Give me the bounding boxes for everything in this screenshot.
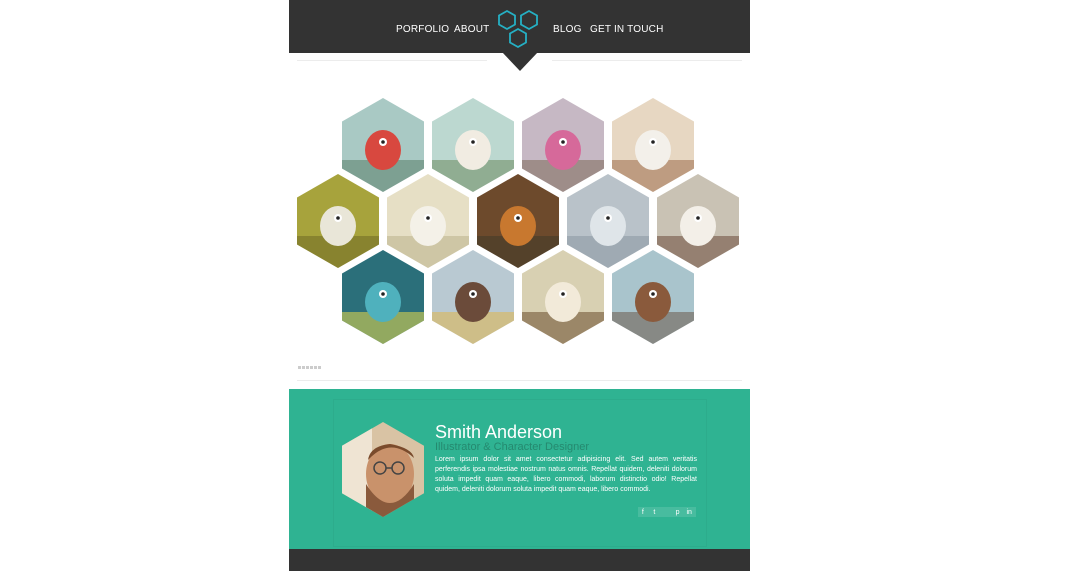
gallery-thumbnail[interactable]: [612, 98, 694, 192]
twitter-icon[interactable]: t: [650, 507, 660, 517]
social-links: f t p in: [638, 507, 696, 517]
profile-bio: Lorem ipsum dolor sit amet consectetur a…: [435, 456, 697, 493]
nav-about[interactable]: ABOUT: [454, 24, 489, 35]
divider-right: [552, 60, 742, 61]
gallery-thumbnail[interactable]: [432, 250, 514, 344]
gallery-thumbnail[interactable]: [297, 174, 379, 268]
gallery-thumbnail[interactable]: [567, 174, 649, 268]
nav-blog[interactable]: BLOG: [553, 24, 582, 35]
blank-icon[interactable]: [661, 507, 671, 517]
divider-bottom: [297, 380, 742, 381]
profile-role: Illustrator & Character Designer: [435, 441, 590, 453]
gallery-pager[interactable]: [298, 366, 322, 369]
nav-get-in-touch[interactable]: GET IN TOUCH: [590, 24, 664, 35]
gallery-thumbnail[interactable]: [522, 98, 604, 192]
pinterest-icon[interactable]: p: [673, 507, 683, 517]
hexagon-cluster-logo-icon[interactable]: [497, 9, 541, 53]
divider-left: [297, 60, 487, 61]
profile-name: Smith Anderson: [435, 422, 563, 442]
facebook-icon[interactable]: f: [638, 507, 648, 517]
gallery-thumbnail[interactable]: [657, 174, 739, 268]
gallery-thumbnail[interactable]: [432, 98, 514, 192]
header-pointer: [502, 52, 538, 71]
gallery-thumbnail[interactable]: [342, 250, 424, 344]
site-footer: [289, 549, 750, 571]
gallery-thumbnail[interactable]: [387, 174, 469, 268]
nav-portfolio[interactable]: PORFOLIO: [396, 24, 449, 35]
gallery-thumbnail[interactable]: [477, 174, 559, 268]
gallery-thumbnail[interactable]: [612, 250, 694, 344]
gallery-thumbnail[interactable]: [522, 250, 604, 344]
hex-gallery: [289, 90, 750, 350]
gallery-thumbnail[interactable]: [342, 98, 424, 192]
linkedin-icon[interactable]: in: [684, 507, 694, 517]
site-header: PORFOLIO ABOUT BLOG GET IN TOUCH: [289, 0, 750, 53]
profile-section: Smith Anderson Illustrator & Character D…: [289, 389, 750, 549]
page: PORFOLIO ABOUT BLOG GET IN TOUCH Smith A…: [289, 0, 750, 571]
